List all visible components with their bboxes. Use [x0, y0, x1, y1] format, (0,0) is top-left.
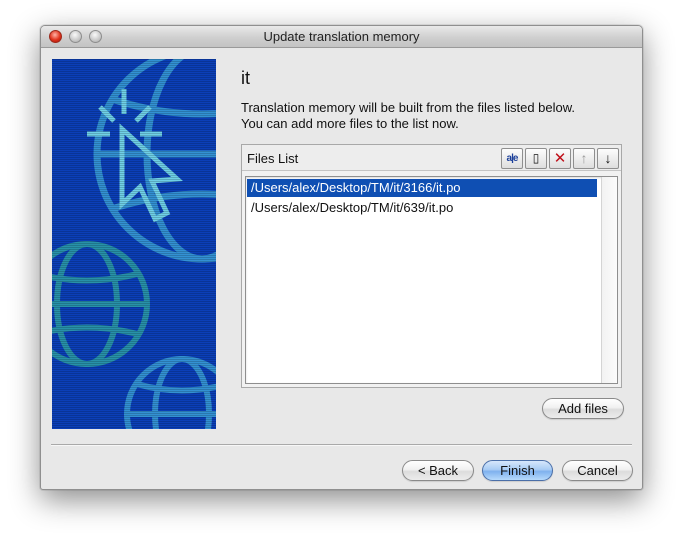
page-description: Translation memory will be built from th… [241, 100, 631, 132]
files-list-panel: Files List a|e ▯ ✕ ↑ ↓ /Users/alex/Deskt… [241, 144, 622, 388]
page-title: it [241, 68, 250, 88]
dialog-window: Update translation memory it Translation… [40, 25, 643, 490]
spellcheck-icon: a|e [506, 153, 519, 164]
list-item[interactable]: /Users/alex/Desktop/TM/it/639/it.po [247, 199, 597, 217]
window-title: Update translation memory [263, 29, 420, 44]
remove-file-button[interactable]: ✕ [549, 148, 571, 169]
files-list[interactable]: /Users/alex/Desktop/TM/it/3166/it.po /Us… [245, 176, 618, 384]
list-item[interactable]: /Users/alex/Desktop/TM/it/3166/it.po [247, 179, 597, 197]
files-list-title: Files List [247, 151, 299, 166]
title-bar: Update translation memory [41, 26, 642, 48]
arrow-down-icon: ↓ [604, 150, 612, 166]
delete-icon: ✕ [553, 150, 567, 167]
move-down-button[interactable]: ↓ [597, 148, 619, 169]
arrow-up-icon: ↑ [580, 150, 588, 166]
description-line: You can add more files to the list now. [241, 116, 459, 131]
finish-button[interactable]: Finish [482, 460, 553, 481]
separator [51, 444, 632, 446]
files-list-header: Files List a|e ▯ ✕ ↑ ↓ [242, 145, 621, 171]
add-files-button[interactable]: Add files [542, 398, 624, 419]
wizard-artwork [52, 59, 216, 429]
move-up-button[interactable]: ↑ [573, 148, 595, 169]
vertical-scrollbar[interactable] [601, 177, 617, 383]
cancel-button[interactable]: Cancel [562, 460, 633, 481]
new-document-icon: ▯ [532, 151, 540, 165]
back-button[interactable]: < Back [402, 460, 474, 481]
new-entry-button[interactable]: ▯ [525, 148, 547, 169]
globe-cursor-illustration [52, 59, 216, 429]
spellcheck-button[interactable]: a|e [501, 148, 523, 169]
description-line: Translation memory will be built from th… [241, 100, 576, 115]
